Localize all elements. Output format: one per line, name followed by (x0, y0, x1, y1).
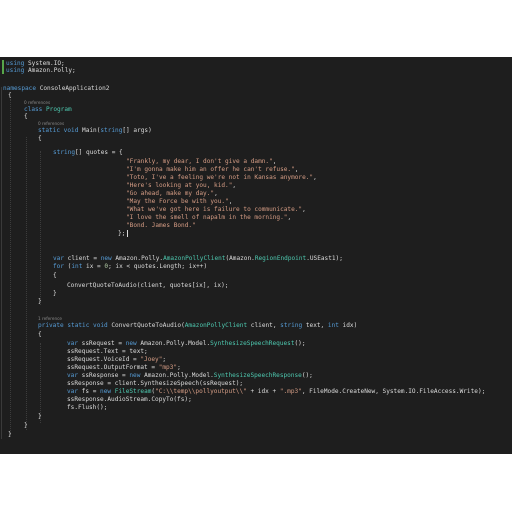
code-line-quote[interactable]: "Bond. James Bond." (126, 222, 196, 229)
code-line-method-signature[interactable]: private static void ConvertQuoteToAudio(… (38, 322, 357, 329)
code-line-quote[interactable]: "Toto, I've a feeling we're not in Kansa… (126, 174, 317, 181)
code-line-filestream[interactable]: var fs = new FileStream("C:\\temp\\polly… (67, 388, 485, 395)
code-line-brace[interactable]: } (24, 422, 28, 429)
code-line-client[interactable]: var client = new Amazon.Polly.AmazonPoll… (53, 255, 343, 262)
code-line-quote[interactable]: "Frankly, my dear, I don't give a damn."… (126, 158, 276, 165)
code-line-quotes-close[interactable]: }; (118, 230, 125, 237)
code-line-class[interactable]: class Program (24, 106, 72, 113)
indent-guide (26, 137, 27, 430)
code-line-quote[interactable]: "What we've got here is failure to commu… (126, 206, 306, 213)
code-line-brace[interactable]: } (38, 413, 42, 420)
code-line-convert-call[interactable]: ConvertQuoteToAudio(client, quotes[ix], … (67, 282, 228, 289)
indent-guide (10, 99, 11, 437)
code-line-quotes-declaration[interactable]: string[] quotes = { (53, 149, 123, 156)
indent-guide (40, 151, 41, 305)
code-line-copyto[interactable]: ssResponse.AudioStream.CopyTo(fs); (67, 396, 192, 403)
code-line-brace[interactable]: } (38, 298, 42, 305)
code-line-ssresponse[interactable]: var ssResponse = new Amazon.Polly.Model.… (67, 372, 313, 379)
code-line-brace[interactable]: { (38, 331, 42, 338)
code-line-flush[interactable]: fs.Flush(); (67, 404, 107, 411)
code-line-using-io[interactable]: using System.IO; (6, 60, 65, 67)
code-line-quote[interactable]: "I'm gonna make him an offer he can't re… (126, 166, 298, 173)
code-line-quote[interactable]: "Go ahead, make my day.", (126, 190, 218, 197)
code-line-using-polly[interactable]: using Amazon.Polly; (6, 67, 76, 74)
code-line-ssrequest[interactable]: var ssRequest = new Amazon.Polly.Model.S… (67, 340, 306, 347)
code-line-quote[interactable]: "Here's looking at you, kid.", (126, 182, 236, 189)
code-line-synthesize[interactable]: ssResponse = client.SynthesizeSpeech(ssR… (67, 380, 243, 387)
code-line-namespace[interactable]: namespace ConsoleApplication2 (3, 85, 109, 92)
code-line-brace[interactable]: { (53, 272, 57, 279)
code-line-ssrequest-text[interactable]: ssRequest.Text = text; (67, 348, 148, 355)
code-editor[interactable]: using System.IO; using Amazon.Polly; nam… (0, 57, 512, 454)
code-line-ssrequest-voice[interactable]: ssRequest.VoiceId = "Joey"; (67, 356, 166, 363)
text-cursor (127, 230, 128, 237)
code-line-ssrequest-format[interactable]: ssRequest.OutputFormat = "mp3"; (67, 364, 181, 371)
code-line-brace[interactable]: { (24, 113, 28, 120)
code-line-brace[interactable]: } (8, 431, 12, 438)
fold-guide (1, 87, 2, 439)
indent-guide (40, 343, 41, 423)
code-line-brace[interactable]: { (8, 92, 12, 99)
change-indicator (2, 60, 4, 74)
code-line-brace[interactable]: } (53, 290, 57, 297)
code-line-quote[interactable]: "May the Force be with you.", (126, 198, 232, 205)
code-line-for[interactable]: for (int ix = 0; ix < quotes.Length; ix+… (53, 263, 207, 270)
code-line-brace[interactable]: { (38, 135, 42, 142)
code-line-main-signature[interactable]: static void Main(string[] args) (38, 127, 152, 134)
code-line-quote[interactable]: "I love the smell of napalm in the morni… (126, 214, 291, 221)
